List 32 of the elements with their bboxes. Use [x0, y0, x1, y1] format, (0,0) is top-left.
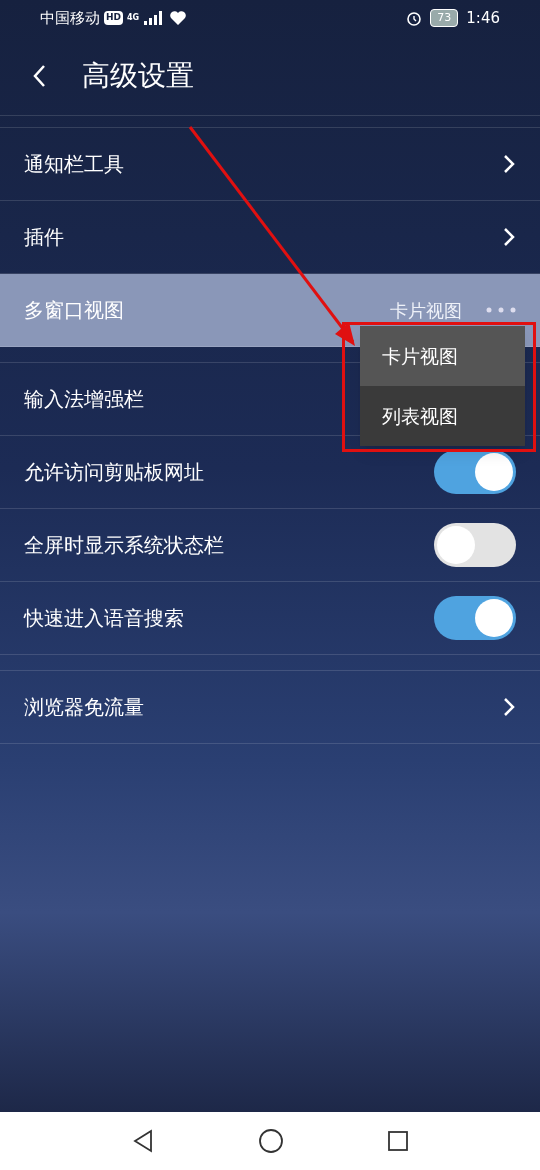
- setting-label: 通知栏工具: [24, 151, 124, 178]
- toggle-switch[interactable]: [434, 450, 516, 494]
- setting-row[interactable]: 通知栏工具: [0, 128, 540, 201]
- recents-nav-icon[interactable]: [386, 1130, 409, 1152]
- setting-row[interactable]: 全屏时显示系统状态栏: [0, 509, 540, 582]
- setting-label: 允许访问剪贴板网址: [24, 459, 204, 486]
- network-type: 4G: [127, 12, 140, 24]
- page-title: 高级设置: [82, 57, 194, 94]
- menu-item[interactable]: 卡片视图: [360, 326, 525, 386]
- clock: 1:46: [466, 7, 500, 29]
- setting-row[interactable]: 浏览器免流量: [0, 671, 540, 744]
- menu-item[interactable]: 列表视图: [360, 386, 525, 446]
- setting-label: 全屏时显示系统状态栏: [24, 532, 224, 559]
- alarm-icon: [406, 10, 423, 26]
- setting-label: 多窗口视图: [24, 297, 124, 324]
- carrier-name: 中国移动: [40, 7, 100, 29]
- chevron-right-icon: [502, 227, 516, 247]
- setting-label: 插件: [24, 224, 64, 251]
- home-nav-icon[interactable]: [258, 1128, 284, 1154]
- back-icon[interactable]: [32, 63, 46, 88]
- setting-label: 输入法增强栏: [24, 386, 144, 413]
- chevron-right-icon: [502, 154, 516, 174]
- chevron-right-icon: [502, 697, 516, 717]
- setting-label: 快速进入语音搜索: [24, 605, 184, 632]
- setting-label: 浏览器免流量: [24, 694, 144, 721]
- toggle-switch[interactable]: [434, 523, 516, 567]
- heart-icon: [169, 10, 188, 26]
- hd-badge: HD: [104, 11, 123, 25]
- battery-indicator: 73: [430, 8, 459, 28]
- setting-value: 卡片视图: [390, 298, 462, 323]
- toggle-switch[interactable]: [434, 596, 516, 640]
- setting-row[interactable]: 快速进入语音搜索: [0, 582, 540, 655]
